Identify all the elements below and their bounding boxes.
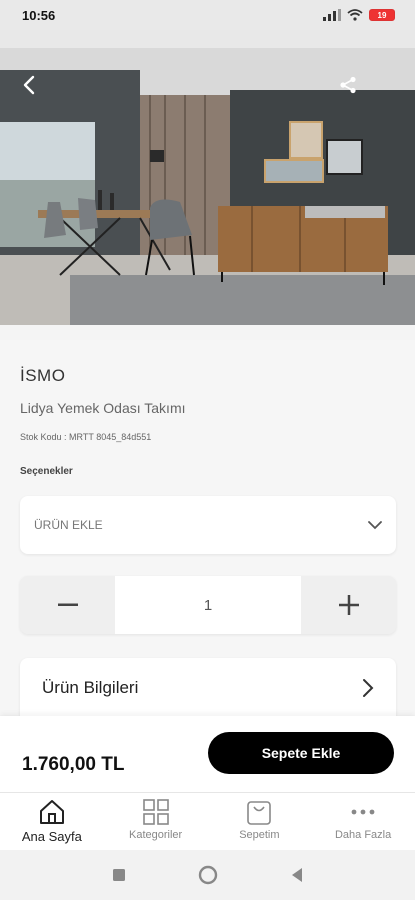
purchase-bar: 1.760,00 TL Sepete Ekle [0, 716, 415, 792]
product-details: İSMO Lidya Yemek Odası Takımı Stok Kodu … [0, 340, 415, 718]
increase-quantity-button[interactable] [301, 576, 396, 634]
decrease-quantity-button[interactable] [20, 576, 115, 634]
product-price: 1.760,00 TL [22, 754, 125, 775]
more-icon [351, 809, 375, 815]
tab-cart-label: Sepetim [239, 829, 280, 841]
battery-level: 19 [377, 10, 387, 20]
status-icons: 19 [323, 9, 395, 21]
tab-home-label: Ana Sayfa [21, 829, 82, 844]
home-icon [39, 800, 64, 824]
recent-apps-icon[interactable] [112, 868, 126, 882]
home-system-icon[interactable] [198, 865, 218, 885]
status-time: 10:56 [22, 7, 56, 23]
share-icon [340, 76, 356, 94]
status-bar: 10:56 19 [0, 0, 415, 30]
option-select-value: ÜRÜN EKLE [34, 518, 103, 532]
add-to-cart-button[interactable]: Sepete Ekle [208, 732, 394, 774]
signal-icon [323, 9, 341, 21]
grid-icon [142, 799, 169, 825]
plus-icon [338, 595, 359, 615]
share-button[interactable] [333, 70, 363, 100]
options-label: Seçenekler [20, 466, 73, 477]
brand-name: İSMO [20, 366, 66, 385]
chevron-right-icon [363, 679, 374, 697]
tab-categories[interactable]: Kategoriler [104, 793, 208, 850]
tab-categories-label: Kategoriler [129, 829, 183, 841]
stock-code: Stok Kodu : MRTT 8045_84d551 [20, 432, 152, 442]
bag-icon [247, 801, 272, 825]
system-navigation-bar [0, 850, 415, 900]
chevron-left-icon [23, 75, 35, 95]
quantity-stepper: 1 [20, 576, 396, 634]
battery-icon: 19 [369, 9, 395, 21]
product-name: Lidya Yemek Odası Takımı [20, 400, 186, 416]
bottom-tab-bar: Ana Sayfa Kategoriler Sepetim Daha Fazla [0, 792, 415, 850]
back-system-icon[interactable] [290, 867, 304, 883]
product-info-row[interactable]: Ürün Bilgileri [20, 658, 396, 718]
tab-cart[interactable]: Sepetim [208, 793, 312, 850]
wifi-icon [347, 9, 363, 21]
tab-more[interactable]: Daha Fazla [311, 793, 415, 850]
product-image [0, 30, 415, 325]
option-select[interactable]: ÜRÜN EKLE [20, 496, 396, 554]
back-button[interactable] [14, 70, 44, 100]
quantity-value[interactable]: 1 [115, 576, 301, 634]
tab-more-label: Daha Fazla [334, 829, 392, 841]
minus-icon [57, 603, 78, 606]
tab-home[interactable]: Ana Sayfa [0, 793, 104, 850]
product-info-label: Ürün Bilgileri [42, 678, 139, 697]
chevron-down-icon [368, 520, 382, 529]
